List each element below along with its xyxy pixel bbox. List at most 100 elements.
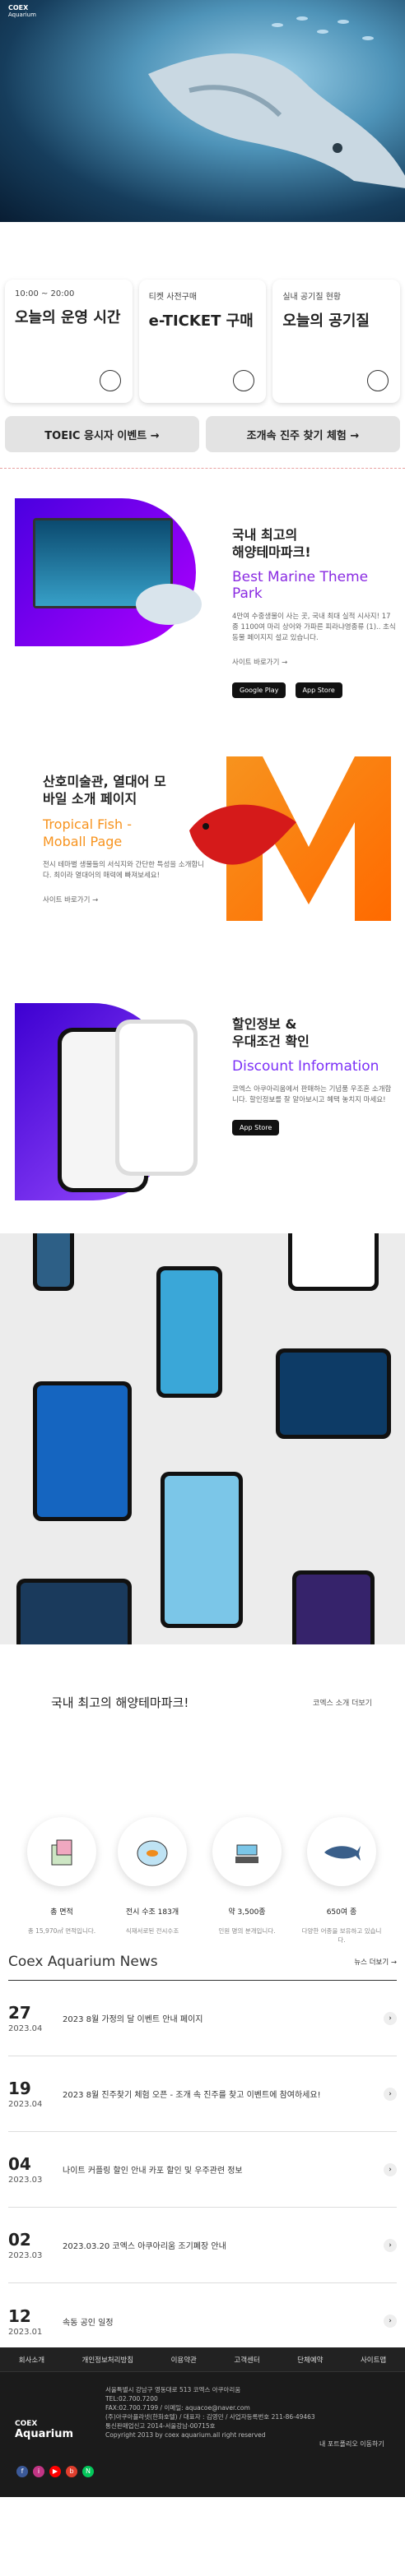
news-month: 2023.03: [8, 2176, 43, 2185]
news-month: 2023.01: [8, 2327, 43, 2337]
section-subtitle: Discount Information: [232, 1058, 379, 1075]
card-label: 티켓 사전구매: [148, 293, 198, 302]
info-section: 10:00 ~ 20:00 오늘의 운영 시간 티켓 사전구매 e-TICKET…: [0, 222, 405, 469]
eticket-card[interactable]: 티켓 사전구매 e-TICKET 구매: [138, 280, 267, 403]
chevron-right-icon: ›: [384, 2238, 397, 2252]
youtube-icon[interactable]: ▶: [49, 2466, 61, 2477]
news-day: 12: [8, 2305, 31, 2326]
stat-caption: 인원 명의 분개입니다.: [218, 1927, 276, 1935]
scale-icon: [212, 1817, 282, 1886]
stat-label: 총 면적: [50, 1908, 73, 1917]
tablet-mockup: [276, 1348, 391, 1439]
operating-hours-card[interactable]: 10:00 ~ 20:00 오늘의 운영 시간: [5, 280, 133, 403]
card-title: e-TICKET 구매: [148, 312, 254, 330]
news-day: 02: [8, 2230, 31, 2250]
card-title: 오늘의 공기질: [282, 312, 370, 330]
fish-image: [338, 20, 349, 24]
footer-link[interactable]: 고객센터: [234, 2355, 259, 2365]
air-quality-card[interactable]: 실내 공기질 현황 오늘의 공기질: [272, 280, 401, 403]
toeic-event-button[interactable]: TOEIC 응시자 이벤트 →: [5, 416, 199, 452]
section-subtitle: Tropical Fish - Moball Page: [43, 816, 132, 849]
hero-logo-text: COEX: [8, 4, 29, 12]
shark-icon: [307, 1817, 376, 1886]
air-icon: [367, 370, 389, 391]
news-day: 27: [8, 2003, 31, 2023]
footer-nav: 회사소개 개인정보처리방침 이용약관 고객센터 단체예약 사이트맵: [0, 2347, 405, 2372]
stats-section: 국내 최고의 해양테마파크! 코엑스 소개 더보기 총 면적 총 15,970㎡…: [0, 1644, 405, 1944]
stat-tanks: 전시 수조 183개 식재서로된 전시수조: [111, 1817, 193, 1935]
news-month: 2023.04: [8, 2100, 43, 2109]
card-title: 오늘의 운영 시간: [15, 309, 121, 326]
phone-mockup: [292, 1570, 375, 1644]
section-description: 코엑스 아쿠아리움에서 판매하는 기념품 우조혼 소개합니다. 할인정보를 잘 …: [232, 1085, 392, 1104]
stat-species: 약 3,500종 인원 명의 분개입니다.: [206, 1817, 288, 1935]
chevron-right-icon: ›: [384, 2315, 397, 2328]
news-day: 19: [8, 2079, 31, 2098]
footer-link[interactable]: 이용약관: [171, 2355, 197, 2365]
facebook-icon[interactable]: f: [16, 2466, 28, 2477]
hero-logo[interactable]: COEX Aquarium: [8, 4, 36, 19]
footer-link[interactable]: 단체예약: [297, 2355, 323, 2365]
chevron-right-icon: ›: [384, 2087, 397, 2101]
naver-icon[interactable]: N: [82, 2466, 94, 2477]
news-item[interactable]: 04 2023.03 나이트 커플링 할인 안내 카포 할인 및 우주관련 정보 …: [8, 2132, 397, 2208]
footer-link[interactable]: 사이트맵: [361, 2355, 386, 2365]
chevron-right-icon: ›: [384, 2162, 397, 2176]
hero-logo-subtext: Aquarium: [8, 12, 36, 18]
stat-fish: 650여 종 다양한 어종을 보유하고 있습니다.: [300, 1817, 383, 1945]
phone-mockup: [115, 1020, 198, 1176]
phone-mockup: [156, 1266, 222, 1398]
pufferfish-image: [136, 584, 202, 625]
manta-ray-image: [148, 53, 405, 188]
building-icon: [27, 1817, 96, 1886]
portfolio-link[interactable]: 내 포트폴리오 이동하기: [319, 2440, 393, 2449]
chevron-right-icon: ›: [384, 2011, 397, 2025]
news-more-link[interactable]: 뉴스 더보기 →: [354, 1957, 397, 1967]
news-item[interactable]: 19 2023.04 2023 8월 진주찾기 체험 오픈 - 조개 속 진주를 …: [8, 2056, 397, 2132]
app-store-button[interactable]: App Store: [232, 1120, 280, 1135]
news-month: 2023.04: [8, 2024, 43, 2033]
fishbowl-icon: [118, 1817, 187, 1886]
pearl-experience-button[interactable]: 조개속 진주 찾기 체험 →: [206, 416, 400, 452]
footer: 회사소개 개인정보처리방침 이용약관 고객센터 단체예약 사이트맵 서울특별시 …: [0, 2347, 405, 2497]
about-more-link[interactable]: 코엑스 소개 더보기: [313, 1697, 372, 1708]
google-play-button[interactable]: Google Play: [232, 682, 286, 698]
site-link[interactable]: 사이트 바로가기 →: [43, 895, 207, 904]
laptop-mockup: [16, 1579, 132, 1644]
news-text: 2023.03.20 코엑스 아쿠아리움 조기폐장 안내: [63, 2242, 226, 2251]
phone-mockup: [161, 1472, 243, 1628]
stat-label: 650여 종: [326, 1908, 357, 1917]
section-subtitle: Best Marine Theme Park: [232, 569, 369, 602]
news-text: 2023 8월 진주찾기 체험 오픈 - 조개 속 진주를 찾고 이벤트에 참여…: [63, 2091, 321, 2100]
section-description: 전시 테마별 생물들의 서식지와 간단한 특성을 소개합니다. 최이라 열대어의…: [43, 861, 205, 880]
footer-link[interactable]: 회사소개: [19, 2355, 44, 2365]
news-text: 속동 공인 일정: [63, 2318, 114, 2328]
news-section: Coex Aquarium News 뉴스 더보기 → 27 2023.04 20…: [0, 1940, 405, 2347]
footer-info: 서울특별시 강남구 영동대로 513 코엑스 아쿠아리움 TEL:02.700.…: [105, 2386, 315, 2439]
app-store-button[interactable]: App Store: [295, 682, 342, 698]
social-links: f i ▶ b N: [16, 2466, 94, 2477]
stat-caption: 총 15,970㎡ 면적입니다.: [27, 1927, 96, 1935]
phone-mockup: [33, 1233, 74, 1291]
news-text: 2023 8월 가정의 달 이벤트 안내 페이지: [63, 2015, 203, 2024]
clock-icon: [99, 370, 121, 391]
news-item[interactable]: 27 2023.04 2023 8월 가정의 달 이벤트 안내 페이지 ›: [8, 1981, 397, 2056]
card-label: 10:00 ~ 20:00: [15, 289, 75, 298]
section-description: 4만여 수중생물이 사는 곳, 국내 최대 실적 시사지! 17종 1100여 …: [232, 613, 396, 642]
instagram-icon[interactable]: i: [33, 2466, 44, 2477]
tropical-fish-section: 산호미술관, 열대어 모 바일 소개 페이지 Tropical Fish - Mob…: [0, 724, 405, 970]
stat-label: 전시 수조 183개: [125, 1908, 179, 1917]
section-title: 국내 최고의 해양테마파크!: [232, 527, 311, 560]
stat-area: 총 면적 총 15,970㎡ 면적입니다.: [21, 1817, 103, 1935]
news-text: 나이트 커플링 할인 안내 카포 할인 및 우주관련 정보: [63, 2167, 243, 2176]
blog-icon[interactable]: b: [66, 2466, 77, 2477]
mockup-gallery: [0, 1233, 405, 1644]
fish-image: [296, 16, 308, 21]
site-link[interactable]: 사이트 바로가기 →: [232, 657, 397, 667]
footer-link[interactable]: 개인정보처리방침: [82, 2355, 134, 2365]
tablet-mockup: [288, 1233, 379, 1291]
news-day: 04: [8, 2154, 31, 2174]
footer-logo[interactable]: COEX Aquarium: [15, 2420, 73, 2440]
stats-title: 국내 최고의 해양테마파크!: [51, 1695, 189, 1710]
news-item[interactable]: 02 2023.03 2023.03.20 코엑스 아쿠아리움 조기폐장 안내 ›: [8, 2208, 397, 2283]
